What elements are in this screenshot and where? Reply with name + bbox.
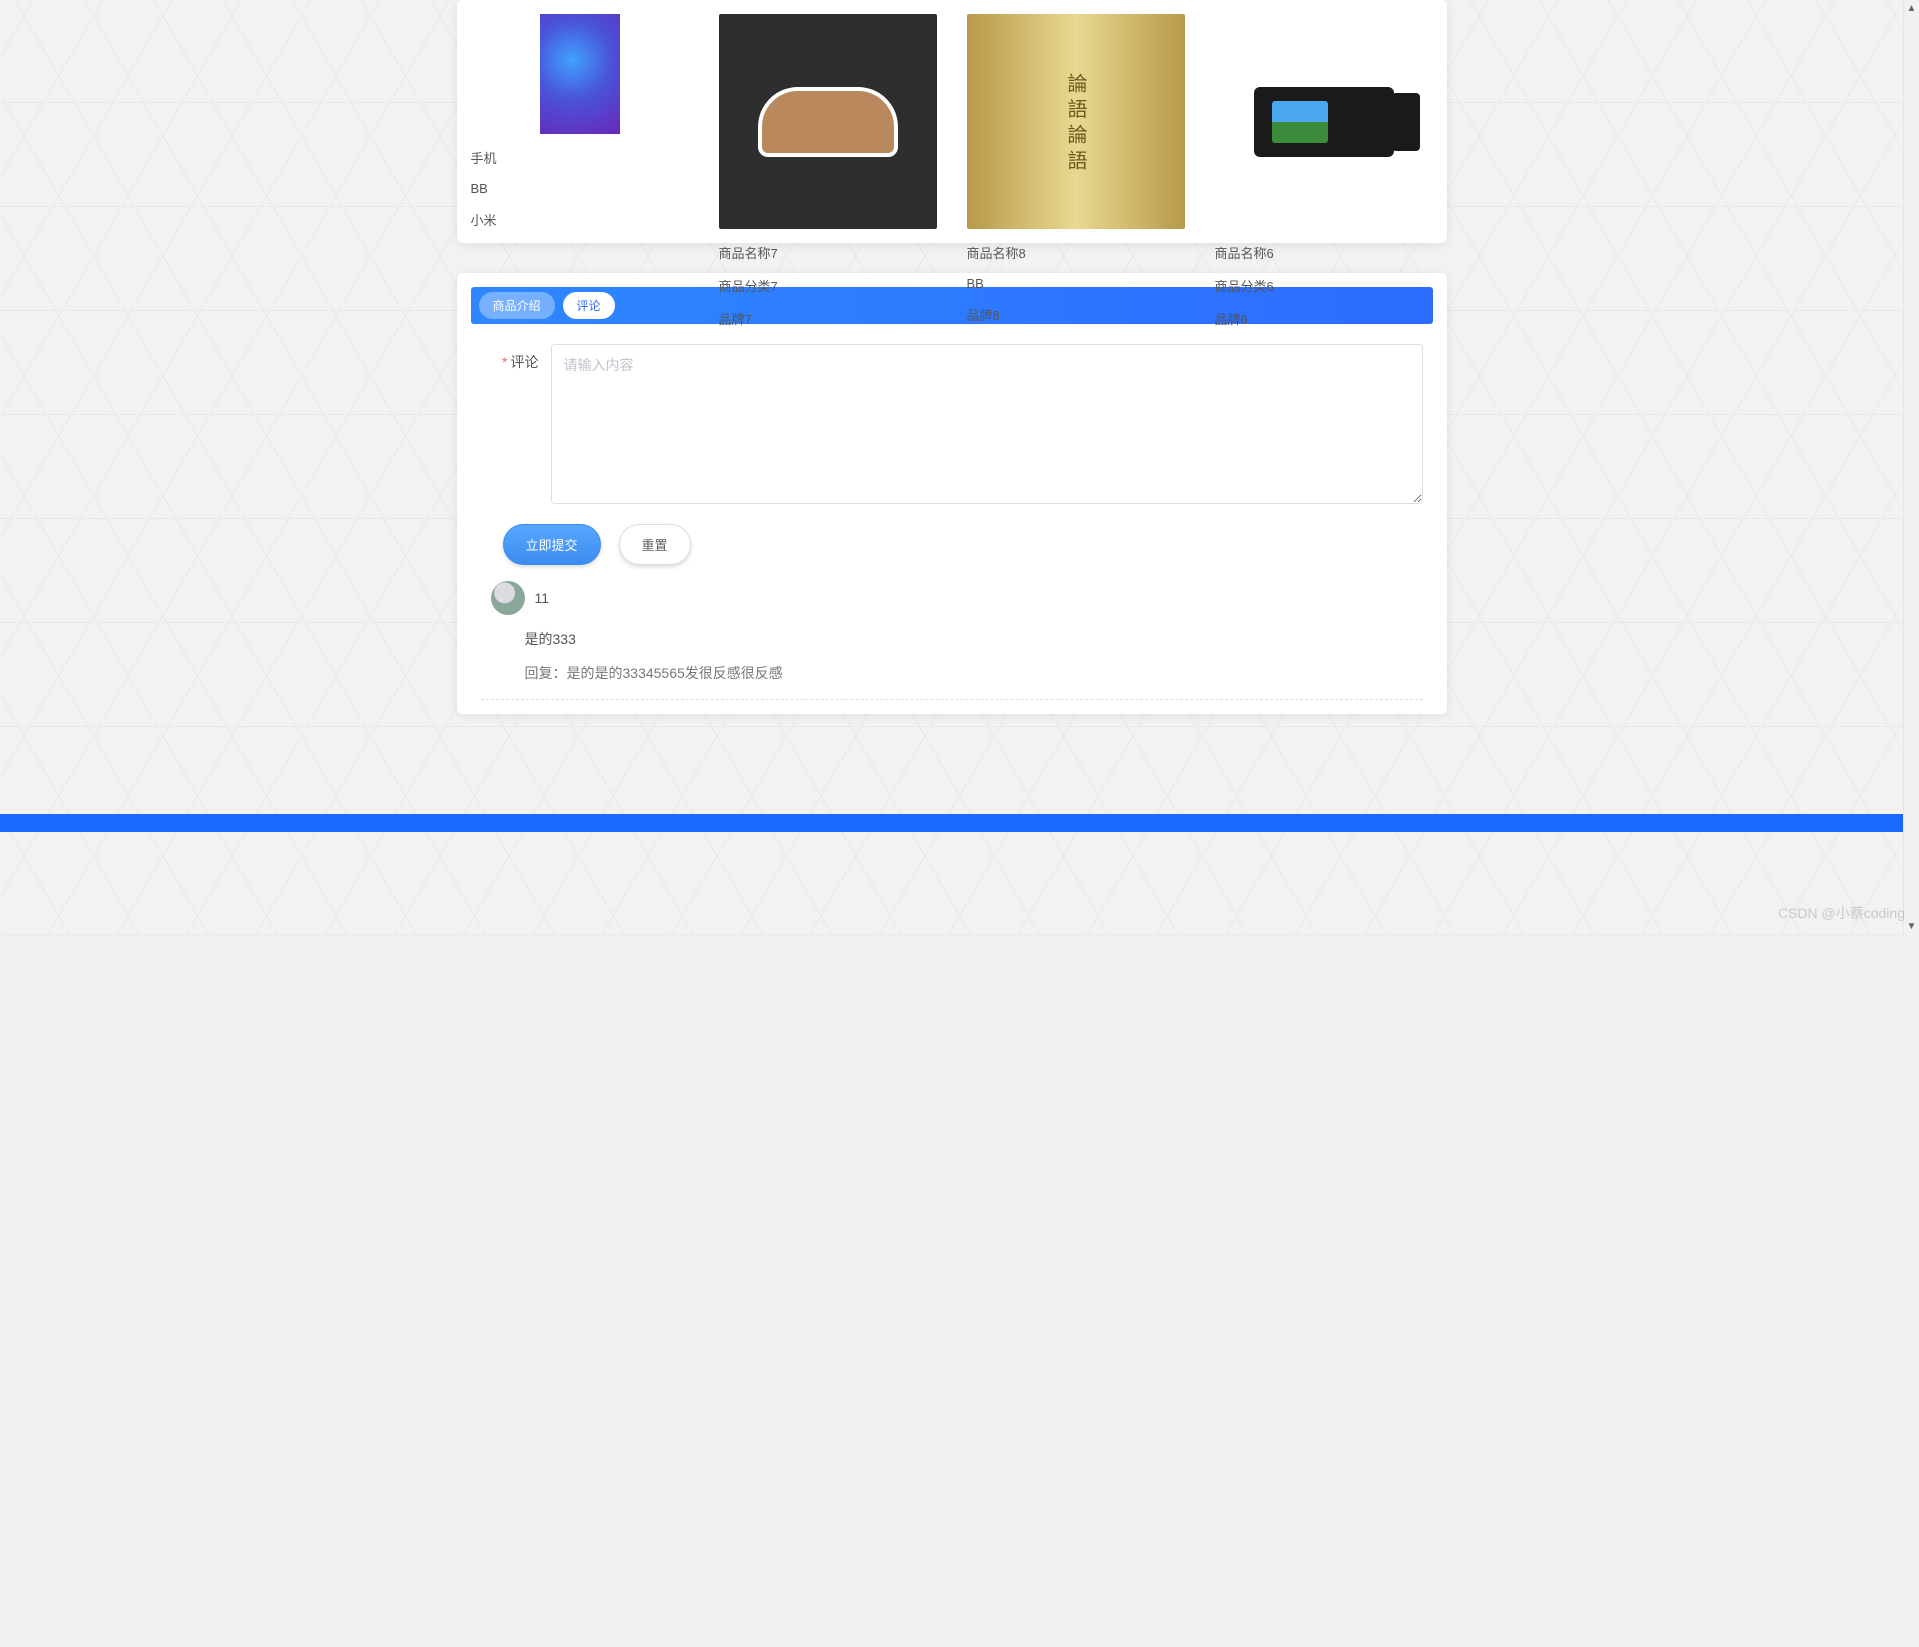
watermark: CSDN @小蔡coding	[1778, 903, 1905, 923]
tab-comments[interactable]: 评论	[563, 292, 615, 319]
submit-button[interactable]: 立即提交	[503, 524, 601, 565]
footer-bar	[0, 814, 1903, 832]
product-item[interactable]: 商品名称7 商品分类7 品牌7	[719, 14, 937, 229]
product-name: 商品名称7	[719, 243, 937, 262]
scroll-up-arrow[interactable]: ▲	[1907, 0, 1917, 17]
product-item[interactable]: 論 語 論 語 商品名称8 BB 品牌8	[967, 14, 1185, 229]
product-category: 商品分类7	[719, 276, 937, 295]
product-item[interactable]: 商品名称6 商品分类6 品牌6	[1215, 14, 1433, 229]
scroll-down-arrow[interactable]: ▼	[1907, 918, 1917, 935]
product-name: 商品名称6	[1215, 243, 1433, 262]
comment-label: *评论	[481, 344, 551, 372]
product-image-camcorder	[1215, 14, 1433, 229]
comment-reply: 回复：是的是的33345565发很反感很反感	[525, 663, 1413, 683]
comment-username: 11	[535, 590, 550, 606]
product-image-books: 論 語 論 語	[967, 14, 1185, 229]
comment-textarea[interactable]	[551, 344, 1423, 504]
tab-intro[interactable]: 商品介绍	[479, 292, 555, 319]
product-brand: 品牌6	[1215, 309, 1433, 328]
vertical-scrollbar[interactable]: ▲ ▼	[1903, 0, 1919, 935]
product-brand: 小米	[471, 210, 689, 229]
comment-item: 11 是的333 回复：是的是的33345565发很反感很反感	[481, 565, 1423, 700]
product-brand: 品牌8	[967, 305, 1185, 324]
comment-content: 是的333	[525, 629, 1413, 649]
products-card: 手机 BB 小米 商品名称7 商品分类7 品牌7 論 語 論 語 商品名称8	[457, 0, 1447, 243]
product-image-phone	[471, 14, 689, 134]
product-category: BB	[471, 181, 689, 196]
product-category: 商品分类6	[1215, 276, 1433, 295]
product-brand: 品牌7	[719, 309, 937, 328]
avatar	[491, 581, 525, 615]
product-name: 商品名称8	[967, 243, 1185, 262]
product-category: BB	[967, 276, 1185, 291]
product-name: 手机	[471, 148, 689, 167]
comments-card: 商品介绍 评论 *评论 立即提交 重置 11 是的333 回复：是的是的333	[457, 273, 1447, 714]
reset-button[interactable]: 重置	[619, 524, 691, 565]
product-item[interactable]: 手机 BB 小米	[471, 14, 689, 229]
product-image-shoes	[719, 14, 937, 229]
